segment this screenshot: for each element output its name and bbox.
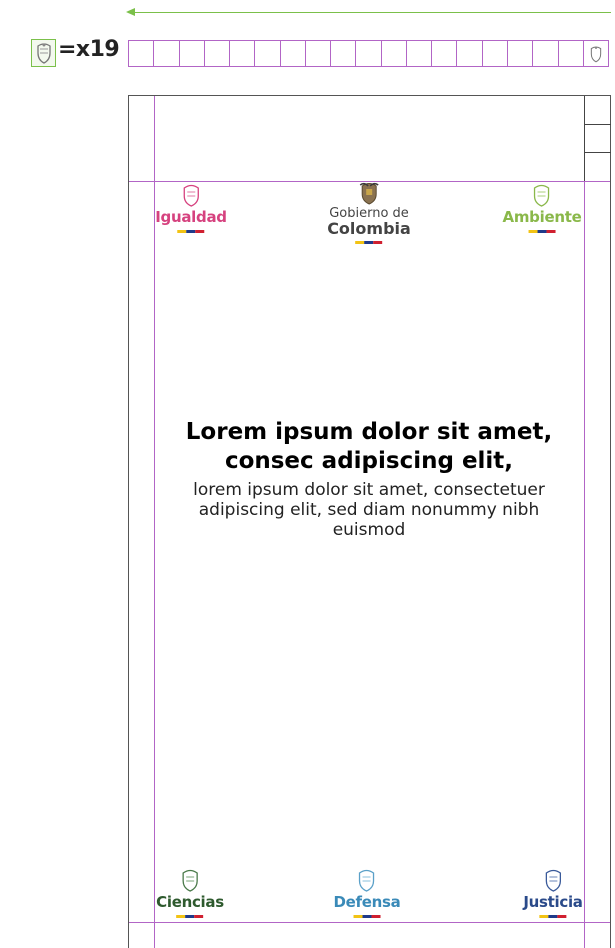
ruler-cell (382, 41, 407, 66)
crest-icon (534, 184, 550, 207)
ruler-cell (255, 41, 281, 66)
crest-icon (590, 45, 602, 62)
ruler-cell (533, 41, 559, 66)
logo-label: Igualdad (155, 208, 227, 226)
margin-box (585, 153, 611, 181)
crest-icon (183, 184, 199, 207)
logo-label: Justicia (523, 893, 583, 911)
logo-ambiente: Ambiente (503, 183, 582, 233)
margin-guide-right (584, 96, 585, 948)
subtitle: lorem ipsum dolor sit amet, consectetuer… (193, 480, 545, 540)
crest-icon (359, 869, 375, 892)
ruler-cell (306, 41, 332, 66)
ruler-cell (559, 41, 584, 66)
ruler-cell (508, 41, 534, 66)
ruler-cell-crest (584, 41, 608, 66)
logo-ciencias: Ciencias (156, 868, 224, 918)
flag-stripe (355, 241, 383, 244)
ruler-cell (432, 41, 458, 66)
margin-boxes (584, 96, 611, 181)
ruler-cell (230, 41, 256, 66)
flag-stripe (539, 915, 567, 918)
ruler-cell (180, 41, 205, 66)
logo-igualdad: Igualdad (155, 183, 227, 233)
flag-stripe (528, 230, 556, 233)
margin-box (585, 96, 611, 125)
ruler-cell (129, 41, 155, 66)
margin-guide-bottom (129, 922, 610, 923)
crest-icon (359, 182, 379, 205)
ruler-cell (154, 41, 180, 66)
flag-stripe (353, 915, 381, 918)
logo-label: Defensa (333, 893, 401, 911)
ruler-cell (457, 41, 483, 66)
ruler-cell (331, 41, 357, 66)
width-arrow-line (134, 12, 611, 13)
headline: Lorem ipsum dolor sit amet, consec adipi… (185, 419, 553, 474)
flag-stripe (176, 915, 204, 918)
margin-box (585, 125, 611, 154)
ruler-cell (483, 41, 508, 66)
logo-gobierno-colombia: Gobierno de Colombia (327, 181, 411, 244)
crest-icon (545, 869, 561, 892)
ruler-cell (205, 41, 231, 66)
ruler-multiplier-label: =x19 (58, 37, 120, 62)
crest-icon (182, 869, 198, 892)
flag-stripe (177, 230, 205, 233)
ruler-cell (407, 41, 433, 66)
crest-icon (31, 39, 56, 67)
logo-label: Ambiente (502, 208, 582, 226)
logo-label: Ciencias (156, 893, 224, 911)
logo-justicia: Justicia (523, 868, 583, 918)
brand-layout-page: =x19 Igualdad Gobierno de Colombia Ambie… (0, 0, 615, 948)
ruler-cell (281, 41, 306, 66)
grid-ruler (128, 40, 609, 67)
gov-label-big: Colombia (327, 219, 411, 238)
ruler-cell (356, 41, 382, 66)
logo-defensa: Defensa (334, 868, 401, 918)
